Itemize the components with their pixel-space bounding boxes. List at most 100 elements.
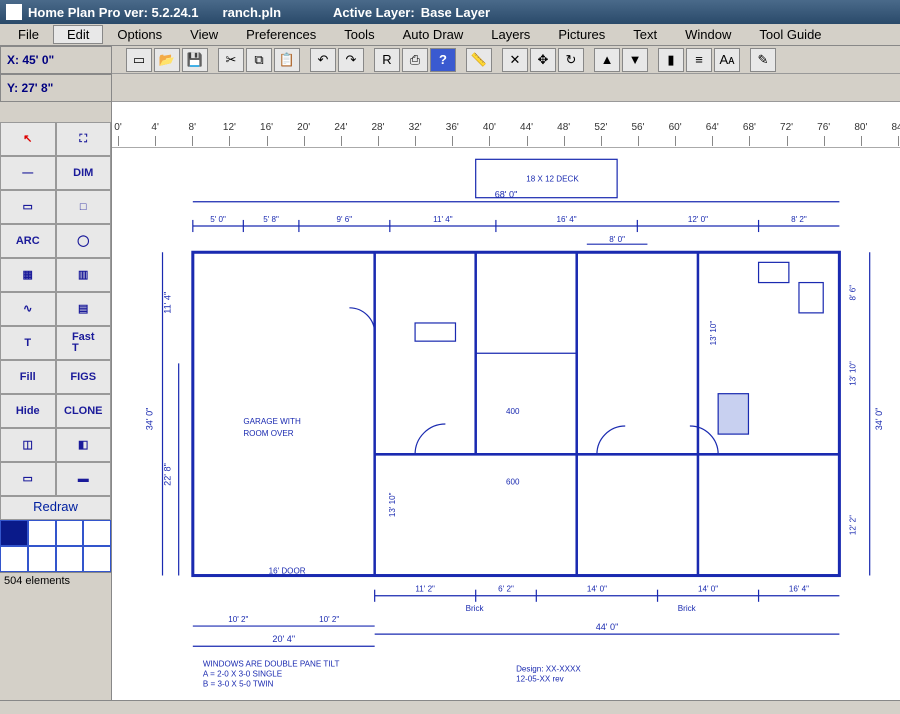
menu-file[interactable]: File — [4, 25, 53, 44]
move-cross-button[interactable]: ✥ — [530, 48, 556, 72]
tool-curve[interactable]: ∿ — [0, 292, 56, 326]
grid-r-button[interactable]: R — [374, 48, 400, 72]
ruler-label: 84' — [891, 122, 900, 133]
menubar: FileEditOptionsViewPreferencesToolsAuto … — [0, 24, 900, 46]
ruler-label: 4' — [151, 122, 158, 133]
color-palette[interactable] — [0, 520, 111, 572]
app-icon — [6, 4, 22, 20]
font-aa-button[interactable]: Aᴀ — [714, 48, 740, 72]
ruler-label: 68' — [743, 122, 756, 133]
menu-pictures[interactable]: Pictures — [544, 25, 619, 44]
tool-door[interactable]: ▦ — [0, 258, 56, 292]
ruler-label: 36' — [446, 122, 459, 133]
svg-text:44' 0": 44' 0" — [596, 622, 619, 632]
menu-tools[interactable]: Tools — [330, 25, 388, 44]
svg-text:WINDOWS ARE DOUBLE PANE TILTA: WINDOWS ARE DOUBLE PANE TILTA = 2-0 X 3-… — [203, 659, 340, 688]
ruler-label: 64' — [706, 122, 719, 133]
svg-text:5' 0": 5' 0" — [210, 215, 226, 224]
toolbar-spacer — [112, 74, 900, 102]
paste-button[interactable]: 📋 — [274, 48, 300, 72]
delete-x-button[interactable]: ✕ — [502, 48, 528, 72]
tool-fast[interactable]: Fast T — [56, 326, 112, 360]
canvas[interactable]: 0'4'8'12'16'20'24'28'32'36'40'44'48'52'5… — [112, 102, 900, 700]
menu-window[interactable]: Window — [671, 25, 745, 44]
svg-text:13' 10": 13' 10" — [709, 321, 718, 346]
ruler-label: 32' — [409, 122, 422, 133]
tool-pointer[interactable]: ↖ — [0, 122, 56, 156]
undo-button[interactable]: ↶ — [310, 48, 336, 72]
cut-button[interactable]: ✂ — [218, 48, 244, 72]
ruler-label: 28' — [371, 122, 384, 133]
svg-text:600: 600 — [506, 478, 520, 487]
hline-button[interactable]: ≡ — [686, 48, 712, 72]
element-count: 504 elements — [0, 572, 111, 589]
menu-layers[interactable]: Layers — [477, 25, 544, 44]
svg-text:22' 8": 22' 8" — [163, 463, 173, 486]
menu-tool-guide[interactable]: Tool Guide — [745, 25, 835, 44]
svg-text:68' 0": 68' 0" — [495, 190, 518, 200]
menu-options[interactable]: Options — [103, 25, 176, 44]
tool-bath[interactable]: ◧ — [56, 428, 112, 462]
measure-button[interactable]: 📏 — [466, 48, 492, 72]
active-layer-value: Base Layer — [421, 5, 490, 20]
ruler-label: 52' — [594, 122, 607, 133]
svg-text:16' DOOR: 16' DOOR — [269, 567, 306, 576]
ruler-label: 40' — [483, 122, 496, 133]
ruler-label: 20' — [297, 122, 310, 133]
svg-text:13' 10": 13' 10" — [388, 492, 397, 517]
tool-rectangle[interactable]: ▭ — [0, 190, 56, 224]
menu-auto-draw[interactable]: Auto Draw — [389, 25, 478, 44]
save-file-button[interactable]: 💾 — [182, 48, 208, 72]
copy-button[interactable]: ⧉ — [246, 48, 272, 72]
ruler-label: 12' — [223, 122, 236, 133]
file-name: ranch.pln — [223, 5, 282, 20]
up-arrow-button[interactable]: ▲ — [594, 48, 620, 72]
tool-hide[interactable]: Hide — [0, 394, 56, 428]
menu-preferences[interactable]: Preferences — [232, 25, 330, 44]
menu-view[interactable]: View — [176, 25, 232, 44]
tool-line[interactable]: — — [0, 156, 56, 190]
tool-circle[interactable]: ◯ — [56, 224, 112, 258]
svg-text:8' 0": 8' 0" — [609, 235, 625, 244]
coord-y: Y: 27' 8" — [0, 74, 112, 102]
tool-clone[interactable]: CLONE — [56, 394, 112, 428]
new-file-button[interactable]: ▭ — [126, 48, 152, 72]
tool-kitchen[interactable]: ◫ — [0, 428, 56, 462]
tool-layer-a[interactable]: ▭ — [0, 462, 56, 496]
svg-text:400: 400 — [506, 407, 520, 416]
svg-text:10' 2": 10' 2" — [228, 615, 248, 624]
svg-text:20' 4": 20' 4" — [272, 634, 295, 644]
menu-text[interactable]: Text — [619, 25, 671, 44]
svg-text:14' 0": 14' 0" — [587, 585, 607, 594]
paint-button[interactable]: ✎ — [750, 48, 776, 72]
coord-x: X: 45' 0" — [0, 46, 112, 74]
tool-text[interactable]: T — [0, 326, 56, 360]
tool-select-area[interactable]: ⛶ — [56, 122, 112, 156]
tool-layer-b[interactable]: ▬ — [56, 462, 112, 496]
tool-window[interactable]: ▥ — [56, 258, 112, 292]
svg-text:8' 2": 8' 2" — [791, 215, 807, 224]
svg-text:Design: XX-XXXX12-05-XX rev: Design: XX-XXXX12-05-XX rev — [516, 665, 581, 684]
ruler-horizontal: 0'4'8'12'16'20'24'28'32'36'40'44'48'52'5… — [112, 122, 900, 148]
ruler-label: 56' — [631, 122, 644, 133]
print-preview-button[interactable]: ⎙ — [402, 48, 428, 72]
tool-square[interactable]: □ — [56, 190, 112, 224]
redraw-button[interactable]: Redraw — [0, 496, 111, 520]
redo-button[interactable]: ↷ — [338, 48, 364, 72]
refresh-button[interactable]: ↻ — [558, 48, 584, 72]
active-layer-label: Active Layer: — [333, 5, 415, 20]
titlebar: Home Plan Pro ver: 5.2.24.1 ranch.pln Ac… — [0, 0, 900, 24]
help-button[interactable]: ? — [430, 48, 456, 72]
floorplan-drawing[interactable]: 18 X 12 DECK 68' 0" 5' 0"5' 8"9' 6"11' 4… — [112, 148, 900, 700]
svg-text:Brick: Brick — [466, 604, 485, 613]
down-arrow-button[interactable]: ▼ — [622, 48, 648, 72]
tool-dim[interactable]: DIM — [56, 156, 112, 190]
menu-edit[interactable]: Edit — [53, 25, 103, 44]
ruler-label: 60' — [669, 122, 682, 133]
tool-stairs[interactable]: ▤ — [56, 292, 112, 326]
tool-fill[interactable]: Fill — [0, 360, 56, 394]
open-file-button[interactable]: 📂 — [154, 48, 180, 72]
tool-figs[interactable]: FIGS — [56, 360, 112, 394]
color-bars-button[interactable]: ▮ — [658, 48, 684, 72]
tool-arc[interactable]: ARC — [0, 224, 56, 258]
